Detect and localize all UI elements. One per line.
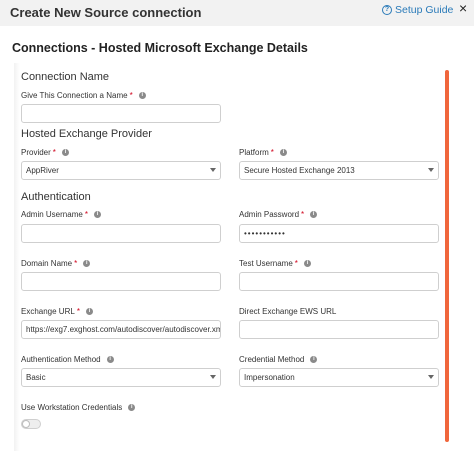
info-icon[interactable]: i bbox=[106, 356, 114, 363]
required-marker: * bbox=[84, 210, 88, 219]
info-icon[interactable]: i bbox=[138, 92, 146, 99]
required-marker: * bbox=[301, 210, 305, 219]
close-icon[interactable]: × bbox=[459, 0, 467, 16]
provider-heading: Hosted Exchange Provider bbox=[21, 128, 152, 140]
workstation-credentials-toggle[interactable] bbox=[21, 419, 41, 429]
exchange-url-input[interactable]: https://exg7.exghost.com/autodiscover/au… bbox=[21, 320, 221, 339]
create-source-dialog: Create New Source connection ? Setup Gui… bbox=[0, 0, 474, 457]
required-marker: * bbox=[52, 148, 56, 157]
domain-name-label: Domain Name * i bbox=[21, 259, 91, 268]
setup-guide-link[interactable]: ? Setup Guide bbox=[382, 4, 453, 16]
auth-method-label: Authentication Method i bbox=[21, 355, 114, 364]
credential-method-selected-value: Impersonation bbox=[244, 373, 295, 382]
info-icon[interactable]: i bbox=[310, 356, 318, 363]
dialog-header: Create New Source connection ? Setup Gui… bbox=[0, 0, 474, 26]
required-marker: * bbox=[270, 148, 274, 157]
chevron-down-icon bbox=[428, 375, 434, 379]
info-icon[interactable]: i bbox=[303, 260, 311, 267]
admin-password-input[interactable]: ••••••••••• bbox=[239, 224, 439, 243]
required-marker: * bbox=[74, 259, 78, 268]
info-icon[interactable]: i bbox=[93, 211, 101, 218]
test-username-input[interactable] bbox=[239, 272, 439, 291]
connection-name-label: Give This Connection a Name * i bbox=[21, 91, 146, 100]
form-panel-shade bbox=[14, 63, 20, 451]
test-username-label: Test Username * i bbox=[239, 259, 311, 268]
platform-select[interactable]: Secure Hosted Exchange 2013 bbox=[239, 161, 439, 180]
connection-name-input[interactable] bbox=[21, 104, 221, 123]
ews-url-label: Direct Exchange EWS URL bbox=[239, 307, 337, 316]
auth-method-select[interactable]: Basic bbox=[21, 368, 221, 387]
chevron-down-icon bbox=[210, 168, 216, 172]
required-marker: * bbox=[294, 259, 298, 268]
scrollbar[interactable] bbox=[445, 70, 449, 442]
platform-label: Platform * i bbox=[239, 148, 287, 157]
provider-select[interactable]: AppRiver bbox=[21, 161, 221, 180]
exchange-url-label: Exchange URL * i bbox=[21, 307, 93, 316]
platform-selected-value: Secure Hosted Exchange 2013 bbox=[244, 166, 355, 175]
info-icon[interactable]: i bbox=[279, 149, 287, 156]
chevron-down-icon bbox=[428, 168, 434, 172]
info-icon[interactable]: i bbox=[85, 308, 93, 315]
info-icon[interactable]: i bbox=[61, 149, 69, 156]
admin-username-label: Admin Username * i bbox=[21, 210, 101, 219]
info-icon[interactable]: i bbox=[128, 404, 136, 411]
chevron-down-icon bbox=[210, 375, 216, 379]
workstation-credentials-label: Use Workstation Credentials i bbox=[21, 403, 136, 412]
provider-label: Provider * i bbox=[21, 148, 69, 157]
setup-guide-label: Setup Guide bbox=[395, 4, 454, 16]
domain-name-input[interactable] bbox=[21, 272, 221, 291]
info-icon[interactable]: i bbox=[310, 211, 318, 218]
toggle-knob bbox=[22, 420, 30, 428]
provider-selected-value: AppRiver bbox=[26, 166, 59, 175]
connection-name-heading: Connection Name bbox=[21, 71, 110, 83]
authentication-heading: Authentication bbox=[21, 191, 91, 203]
credential-method-label: Credential Method i bbox=[239, 355, 318, 364]
info-icon[interactable]: i bbox=[83, 260, 91, 267]
dialog-title: Create New Source connection bbox=[10, 5, 202, 20]
ews-url-input[interactable] bbox=[239, 320, 439, 339]
required-marker: * bbox=[76, 307, 80, 316]
admin-username-input[interactable] bbox=[21, 224, 221, 243]
required-marker: * bbox=[129, 91, 133, 100]
auth-method-selected-value: Basic bbox=[26, 373, 46, 382]
section-title: Connections - Hosted Microsoft Exchange … bbox=[12, 41, 308, 55]
credential-method-select[interactable]: Impersonation bbox=[239, 368, 439, 387]
admin-password-label: Admin Password * i bbox=[239, 210, 318, 219]
help-circle-icon: ? bbox=[382, 5, 392, 15]
